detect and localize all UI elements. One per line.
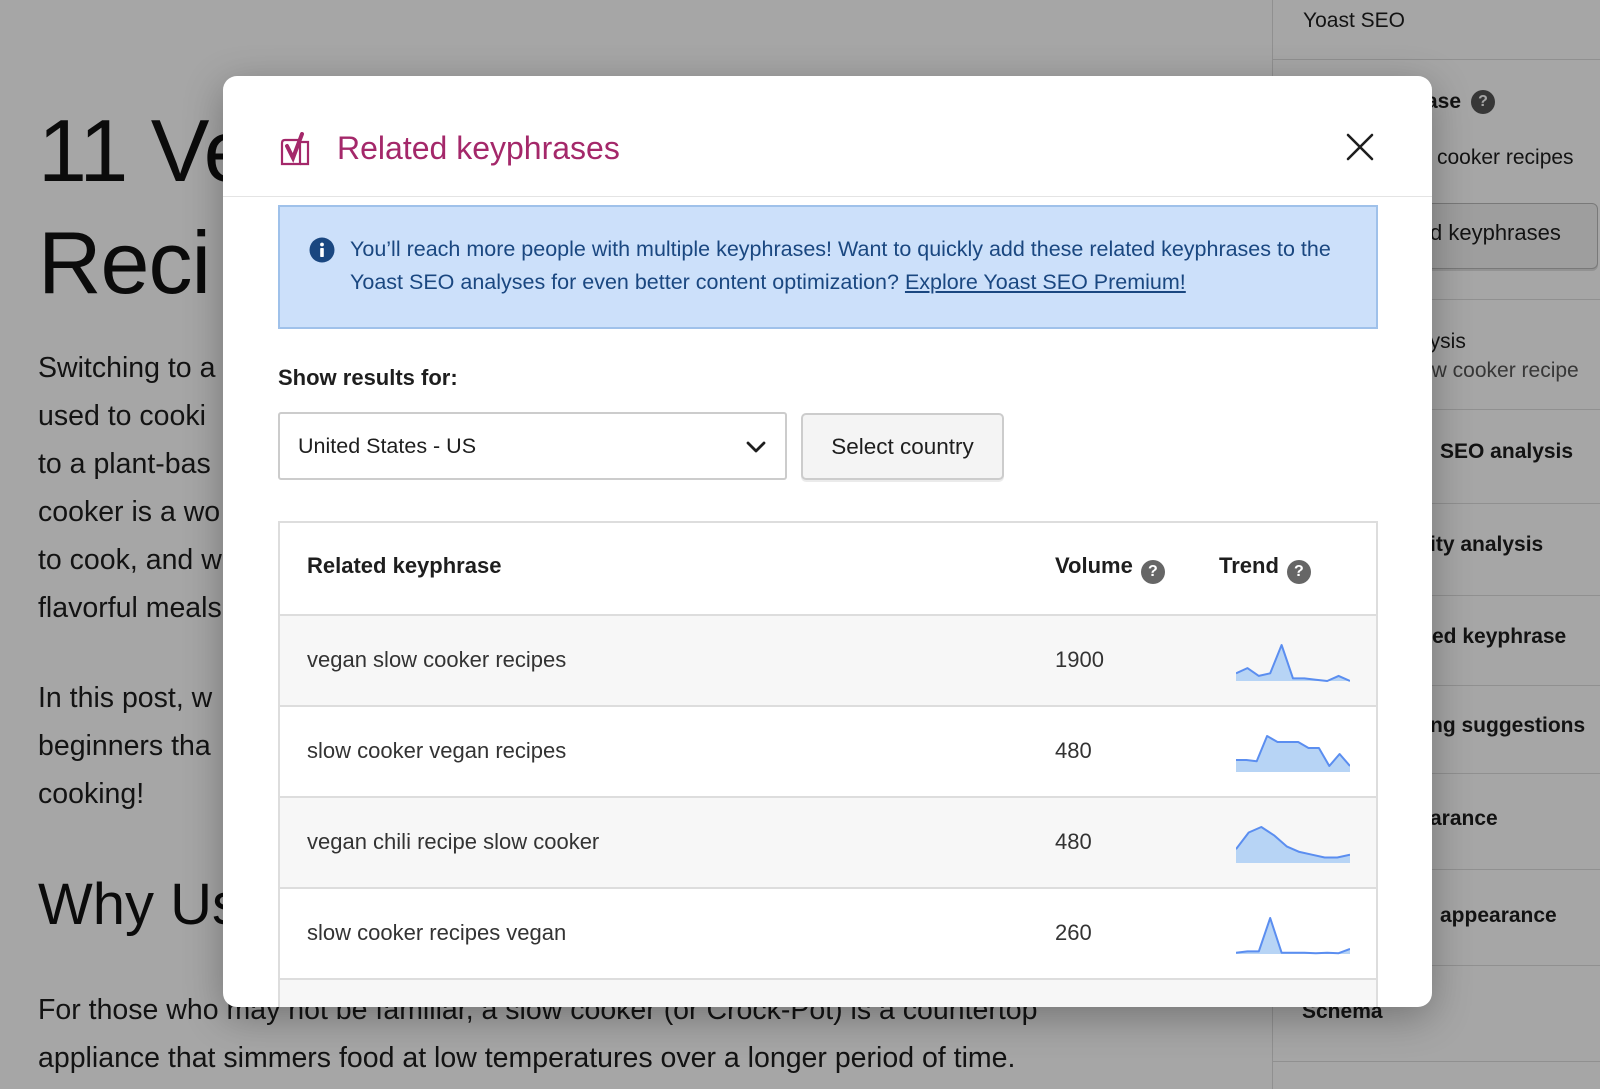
premium-notice: You’ll reach more people with multiple k… bbox=[278, 205, 1378, 329]
info-icon bbox=[309, 237, 335, 263]
sparkline-line bbox=[1236, 917, 1350, 955]
yoast-logo-icon bbox=[280, 132, 310, 166]
country-select-value: United States - US bbox=[298, 434, 477, 458]
country-select[interactable]: United States - US bbox=[278, 412, 787, 480]
help-icon[interactable]: ? bbox=[1140, 560, 1165, 584]
keyphrase-cell: slow cooker recipes vegan bbox=[307, 920, 567, 945]
modal-header: Related keyphrases bbox=[223, 76, 1432, 197]
table-row bbox=[280, 980, 1376, 1007]
trend-sparkline bbox=[1236, 735, 1350, 772]
column-header-volume: Volume? bbox=[1055, 553, 1165, 584]
volume-cell: 1900 bbox=[1055, 647, 1104, 672]
modal-title: Related keyphrases bbox=[337, 130, 620, 166]
trend-sparkline bbox=[1236, 917, 1350, 955]
chevron-down-icon bbox=[746, 441, 766, 453]
keyphrase-cell: vegan slow cooker recipes bbox=[307, 647, 567, 672]
related-keyphrases-table: Related keyphrase Volume? Trend? vegan s… bbox=[278, 521, 1378, 1007]
explore-premium-link[interactable]: Explore Yoast SEO Premium! bbox=[905, 270, 1186, 294]
table-row: slow cooker recipes vegan 260 bbox=[280, 889, 1376, 980]
column-header-keyphrase: Related keyphrase bbox=[307, 553, 502, 578]
related-keyphrases-modal: Related keyphrases You’ll reach more peo… bbox=[223, 76, 1432, 1007]
column-header-trend-label: Trend bbox=[1219, 553, 1279, 578]
column-header-volume-label: Volume bbox=[1055, 553, 1133, 578]
trend-sparkline bbox=[1236, 826, 1350, 863]
close-icon[interactable] bbox=[1343, 130, 1377, 164]
keyphrase-cell: slow cooker vegan recipes bbox=[307, 738, 567, 763]
column-header-trend: Trend? bbox=[1219, 553, 1311, 584]
keyphrase-cell: vegan chili recipe slow cooker bbox=[307, 829, 600, 854]
table-row: slow cooker vegan recipes 480 bbox=[280, 707, 1376, 798]
table-header: Related keyphrase Volume? Trend? bbox=[280, 523, 1376, 616]
show-results-label: Show results for: bbox=[278, 365, 458, 390]
help-icon[interactable]: ? bbox=[1286, 560, 1311, 584]
volume-cell: 480 bbox=[1055, 829, 1092, 854]
volume-cell: 480 bbox=[1055, 738, 1092, 763]
trend-sparkline bbox=[1236, 644, 1350, 682]
select-country-button[interactable]: Select country bbox=[801, 413, 1004, 480]
sparkline-area bbox=[1236, 918, 1350, 954]
table-row: vegan chili recipe slow cooker 480 bbox=[280, 798, 1376, 889]
table-row: vegan slow cooker recipes 1900 bbox=[280, 616, 1376, 707]
volume-cell: 260 bbox=[1055, 920, 1092, 945]
